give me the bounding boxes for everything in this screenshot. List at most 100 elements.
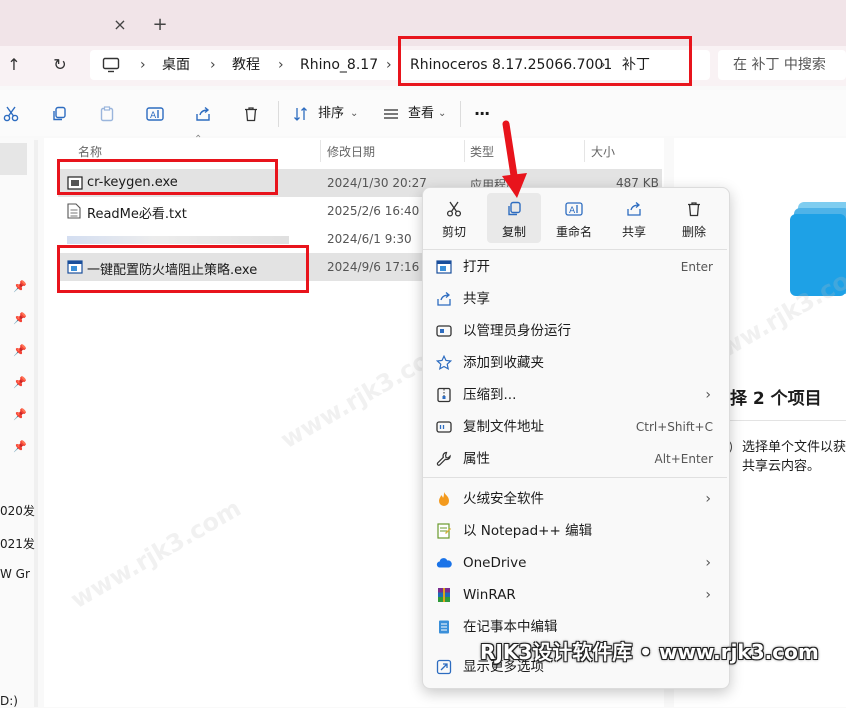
menu-item-label: WinRAR — [463, 587, 516, 603]
column-header-modified[interactable]: 修改日期 — [327, 143, 375, 160]
pin-icon: 📌 — [13, 312, 27, 325]
menu-item-label: 共享 — [463, 291, 490, 307]
menu-item-copy-path[interactable]: 复制文件地址 Ctrl+Shift+C — [423, 411, 727, 443]
nav-item[interactable]: 021发 — [0, 535, 35, 552]
file-date: 2024/1/30 20:27 — [327, 176, 427, 190]
more-options-button[interactable]: ··· — [474, 99, 490, 129]
nav-selected-item[interactable] — [0, 143, 27, 175]
search-placeholder: 在 补丁 中搜索 — [733, 57, 826, 73]
share-icon — [437, 292, 451, 306]
delete-action[interactable]: 删除 — [667, 193, 721, 243]
new-tab-button[interactable]: + — [148, 13, 172, 37]
sort-button[interactable]: 排序 — [318, 99, 344, 129]
file-name[interactable]: ReadMe必看.txt — [87, 203, 187, 222]
column-header-size[interactable]: 大小 — [591, 143, 615, 160]
copy-action[interactable]: 复制 — [487, 193, 541, 243]
menu-divider — [423, 249, 727, 250]
chevron-down-icon: ⌄ — [438, 108, 447, 119]
rename-label: 重命名 — [555, 225, 592, 239]
cloud-icon — [436, 558, 452, 568]
view-button[interactable]: 查看 — [408, 99, 434, 129]
cut-action[interactable]: 剪切 — [427, 193, 481, 243]
pin-icon: 📌 — [13, 440, 27, 453]
chevron-down-icon: ⌄ — [350, 108, 359, 119]
nav-item[interactable]: D:) — [0, 694, 18, 708]
column-divider[interactable] — [320, 140, 321, 162]
column-divider[interactable] — [464, 140, 465, 162]
file-date: 2025/2/6 16:40 — [327, 204, 420, 218]
paste-icon[interactable] — [94, 99, 120, 129]
menu-item-open[interactable]: 打开 Enter — [423, 251, 727, 283]
highlight-box-keygen — [57, 159, 278, 195]
cut-icon[interactable] — [0, 99, 22, 129]
trash-icon[interactable] — [238, 99, 264, 129]
breadcrumb-separator: › — [278, 57, 284, 73]
nav-scrollbar[interactable] — [34, 140, 38, 707]
menu-item-label: 压缩到... — [463, 387, 517, 403]
file-date: 2024/6/1 9:30 — [327, 232, 412, 246]
menu-item-label: 以管理员身份运行 — [463, 323, 571, 339]
sort-icon[interactable] — [290, 99, 312, 129]
column-divider[interactable] — [584, 140, 585, 162]
menu-item-run-as-admin[interactable]: 以管理员身份运行 — [423, 315, 727, 347]
sort-indicator-icon: ⌃ — [194, 134, 203, 145]
share-action[interactable]: 共享 — [607, 193, 661, 243]
rename-icon[interactable]: A — [142, 99, 168, 129]
nav-item[interactable]: W Gr — [0, 567, 30, 581]
copy-icon[interactable] — [46, 99, 72, 129]
breadcrumb-tutorial[interactable]: 教程 — [232, 50, 260, 80]
rename-icon: A — [565, 193, 583, 217]
menu-item-add-favorite[interactable]: 添加到收藏夹 — [423, 347, 727, 379]
breadcrumb-desktop[interactable]: 桌面 — [162, 50, 190, 80]
nav-item[interactable]: 020发 — [0, 502, 35, 519]
menu-item-properties[interactable]: 属性 Alt+Enter — [423, 443, 727, 475]
winrar-icon — [438, 588, 450, 602]
menu-item-label: OneDrive — [463, 555, 527, 571]
highlight-box-firewall — [57, 245, 309, 293]
menu-item-winrar[interactable]: WinRAR › — [423, 579, 727, 611]
menu-item-share[interactable]: 共享 — [423, 283, 727, 315]
pin-icon: 📌 — [13, 376, 27, 389]
computer-icon — [102, 57, 120, 77]
zip-icon — [437, 387, 451, 403]
share-icon — [626, 193, 642, 217]
column-header-type[interactable]: 类型 — [470, 143, 494, 160]
share-icon[interactable] — [190, 99, 216, 129]
menu-item-shortcut: Ctrl+Shift+C — [635, 420, 713, 434]
menu-item-label: 复制文件地址 — [463, 419, 544, 435]
details-info-text: 共享云内容。 — [742, 459, 821, 474]
column-header-name[interactable]: 名称 — [78, 143, 102, 160]
menu-item-shortcut: Enter — [680, 260, 713, 274]
toolbar-divider — [460, 101, 461, 127]
menu-divider — [423, 477, 727, 478]
huorong-icon — [439, 492, 449, 506]
view-icon[interactable] — [380, 99, 402, 129]
star-icon — [436, 355, 452, 370]
pin-icon: 📌 — [13, 344, 27, 357]
pin-icon: 📌 — [13, 280, 27, 293]
watermark-caption: RJK3设计软件库 • www.rjk3.com — [480, 640, 819, 664]
menu-item-label: 火绒安全软件 — [463, 491, 544, 507]
menu-item-huorong[interactable]: 火绒安全软件 › — [423, 483, 727, 515]
menu-item-compress[interactable]: 压缩到... › — [423, 379, 727, 411]
app-window-icon — [436, 260, 452, 274]
chevron-right-icon: › — [705, 555, 711, 571]
up-arrow-icon[interactable]: ↑ — [0, 51, 28, 79]
menu-item-label: 添加到收藏夹 — [463, 355, 544, 371]
toolbar-divider — [278, 101, 279, 127]
red-arrow-annotation — [502, 120, 527, 198]
menu-item-notepadpp[interactable]: 以 Notepad++ 编辑 — [423, 515, 727, 547]
breadcrumb-rhino[interactable]: Rhino_8.17 — [300, 50, 378, 80]
chevron-right-icon: › — [705, 491, 711, 507]
refresh-icon[interactable]: ↻ — [46, 51, 74, 79]
rename-action[interactable]: A 重命名 — [547, 193, 601, 243]
text-file-icon — [67, 203, 83, 219]
menu-item-onedrive[interactable]: OneDrive › — [423, 547, 727, 579]
notepadpp-icon — [437, 523, 451, 539]
copy-label: 复制 — [501, 225, 526, 239]
notepad-icon — [439, 620, 449, 634]
svg-text:A: A — [150, 111, 157, 121]
close-tab-icon[interactable]: × — [108, 13, 132, 37]
pin-icon: 📌 — [13, 408, 27, 421]
details-title: 择 2 个项目 — [730, 389, 822, 409]
